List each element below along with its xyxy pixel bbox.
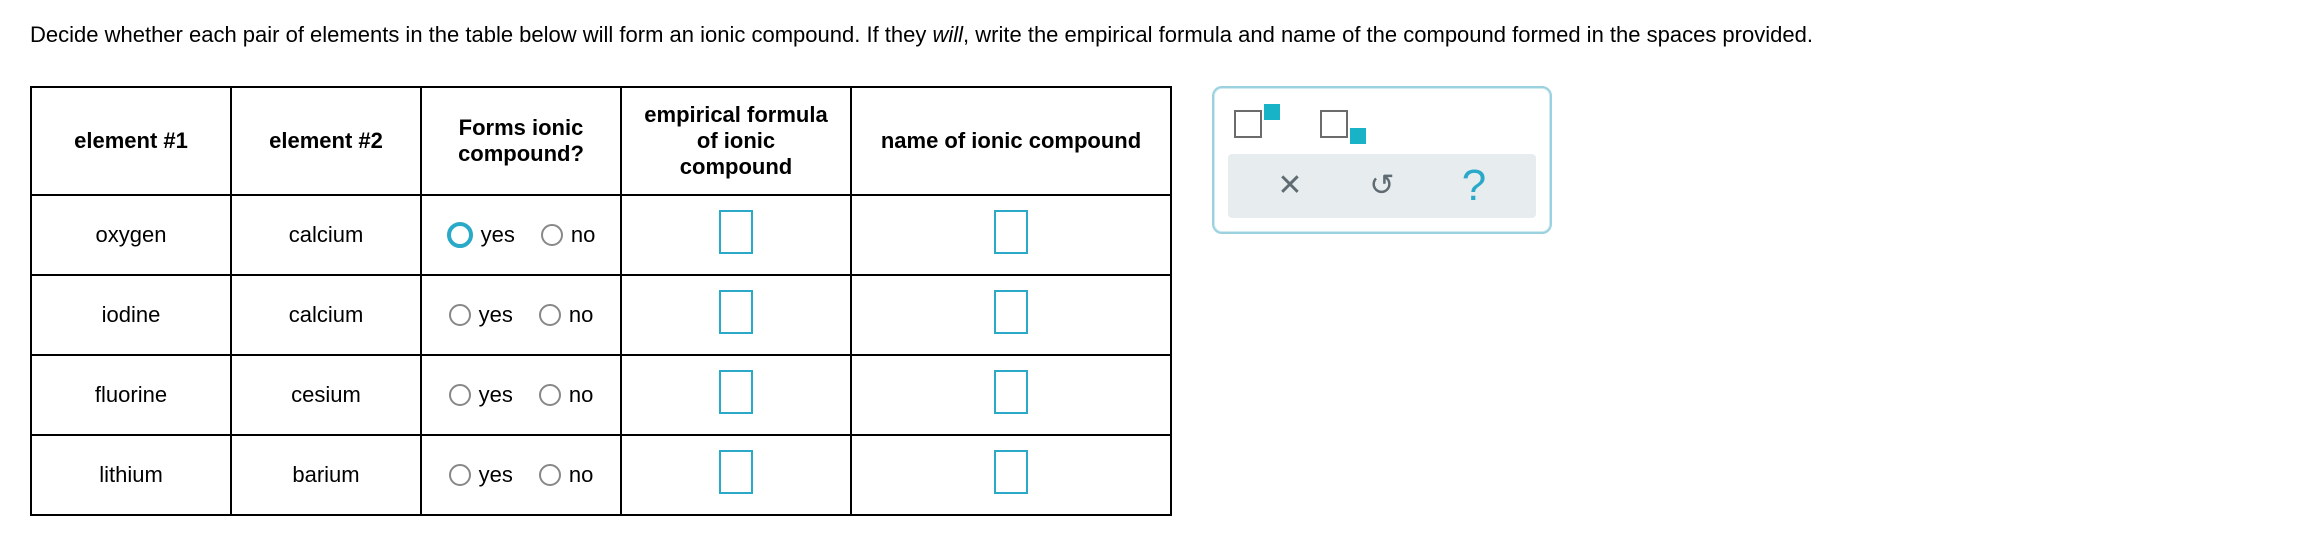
subscript-button[interactable] <box>1320 110 1366 138</box>
radio-no-label: no <box>571 222 595 248</box>
formula-input[interactable] <box>719 370 753 414</box>
close-icon: ✕ <box>1277 168 1302 203</box>
radio-yes-label: yes <box>479 302 513 328</box>
instructions: Decide whether each pair of elements in … <box>30 20 2270 51</box>
cell-forms-ionic: yes no <box>421 275 621 355</box>
cell-element-1: oxygen <box>31 195 231 275</box>
name-input[interactable] <box>994 370 1028 414</box>
cell-forms-ionic: yes no <box>421 355 621 435</box>
cell-name <box>851 275 1171 355</box>
cell-element-2: cesium <box>231 355 421 435</box>
name-input[interactable] <box>994 450 1028 494</box>
close-button[interactable]: ✕ <box>1270 166 1310 206</box>
instructions-text-post: , write the empirical formula and name o… <box>963 22 1813 47</box>
cell-formula <box>621 435 851 515</box>
table-row: fluorinecesium yes no <box>31 355 1171 435</box>
formula-input[interactable] <box>719 290 753 334</box>
superscript-button[interactable] <box>1234 110 1280 138</box>
radio-no-label: no <box>569 302 593 328</box>
radio-yes[interactable] <box>449 464 471 486</box>
radio-yes-label: yes <box>479 382 513 408</box>
reset-icon: ↺ <box>1369 168 1394 203</box>
instructions-em: will <box>932 22 963 47</box>
cell-formula <box>621 195 851 275</box>
header-empirical-formula: empirical formula of ionic compound <box>621 87 851 195</box>
cell-name <box>851 195 1171 275</box>
reset-button[interactable]: ↺ <box>1362 166 1402 206</box>
cell-forms-ionic: yes no <box>421 195 621 275</box>
cell-forms-ionic: yes no <box>421 435 621 515</box>
cell-formula <box>621 275 851 355</box>
radio-yes[interactable] <box>447 222 473 248</box>
square-icon <box>1320 110 1348 138</box>
cell-name <box>851 355 1171 435</box>
cell-formula <box>621 355 851 435</box>
square-icon <box>1264 104 1280 120</box>
header-forms-ionic: Forms ionic compound? <box>421 87 621 195</box>
radio-yes-label: yes <box>479 462 513 488</box>
cell-element-1: iodine <box>31 275 231 355</box>
radio-no-label: no <box>569 382 593 408</box>
radio-no[interactable] <box>539 384 561 406</box>
cell-element-1: fluorine <box>31 355 231 435</box>
table-row: lithiumbarium yes no <box>31 435 1171 515</box>
radio-yes-label: yes <box>481 222 515 248</box>
square-icon <box>1234 110 1262 138</box>
cell-element-2: calcium <box>231 195 421 275</box>
help-button[interactable]: ? <box>1454 166 1494 206</box>
elements-table: element #1 element #2 Forms ionic compou… <box>30 86 1172 516</box>
name-input[interactable] <box>994 290 1028 334</box>
cell-element-2: calcium <box>231 275 421 355</box>
cell-name <box>851 435 1171 515</box>
radio-yes[interactable] <box>449 384 471 406</box>
formula-input[interactable] <box>719 210 753 254</box>
radio-no[interactable] <box>539 464 561 486</box>
header-element-1: element #1 <box>31 87 231 195</box>
cell-element-2: barium <box>231 435 421 515</box>
table-row: iodinecalcium yes no <box>31 275 1171 355</box>
formula-input[interactable] <box>719 450 753 494</box>
square-icon <box>1350 128 1366 144</box>
instructions-text-pre: Decide whether each pair of elements in … <box>30 22 932 47</box>
radio-no-label: no <box>569 462 593 488</box>
table-row: oxygencalcium yes no <box>31 195 1171 275</box>
radio-no[interactable] <box>541 224 563 246</box>
name-input[interactable] <box>994 210 1028 254</box>
help-icon: ? <box>1462 161 1486 211</box>
cell-element-1: lithium <box>31 435 231 515</box>
radio-no[interactable] <box>539 304 561 326</box>
radio-yes[interactable] <box>449 304 471 326</box>
header-compound-name: name of ionic compound <box>851 87 1171 195</box>
toolbox-panel: ✕ ↺ ? <box>1212 86 1552 234</box>
header-element-2: element #2 <box>231 87 421 195</box>
